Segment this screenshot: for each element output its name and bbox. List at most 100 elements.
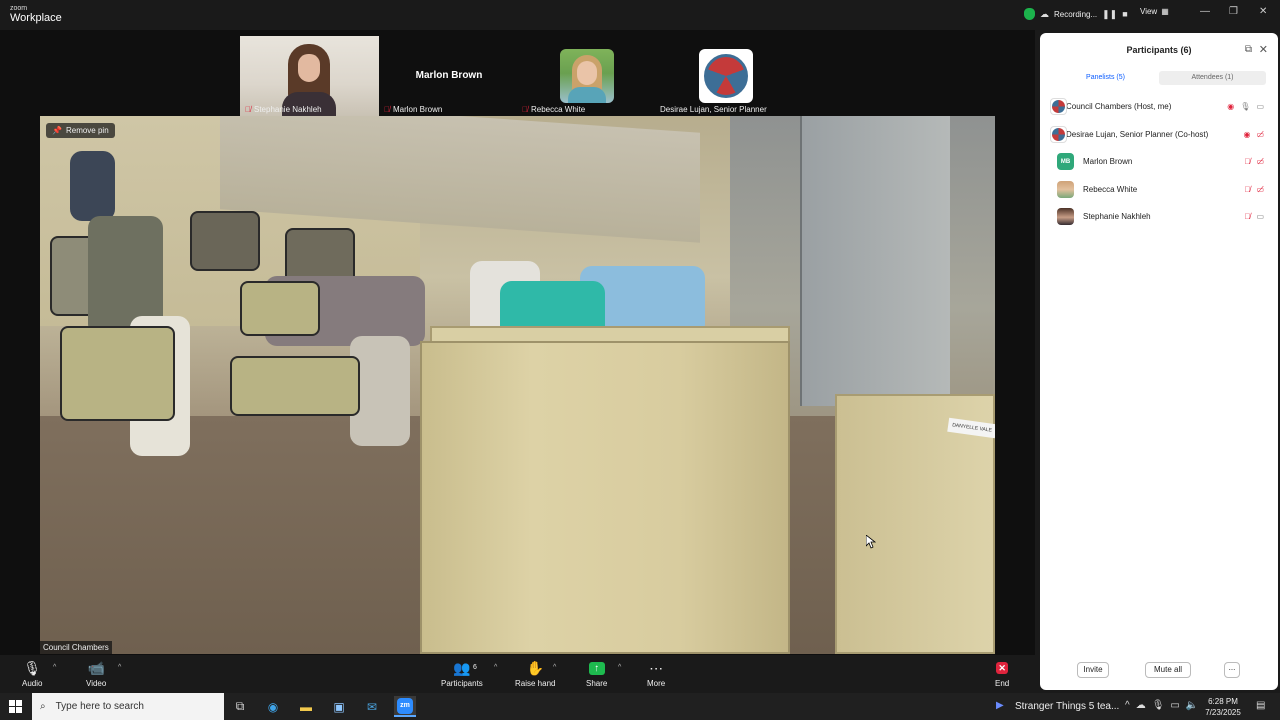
participants-panel: Participants (6) ⧉ ✕ Panelists (5) Atten… <box>1040 33 1278 690</box>
participants-options-caret-icon[interactable]: ^ <box>494 664 497 671</box>
meeting-area: 🎙̸ Stephanie Nakhleh Marlon Brown 🎙̸ Mar… <box>0 30 1035 655</box>
news-notification[interactable]: Stranger Things 5 tea... <box>1015 701 1119 712</box>
windows-start-icon[interactable] <box>9 700 22 713</box>
share-options-caret-icon[interactable]: ^ <box>618 664 621 671</box>
mic-muted-icon[interactable]: 🎙̸ <box>1244 212 1250 221</box>
onedrive-icon[interactable]: ☁ <box>1136 700 1146 711</box>
audio-button[interactable]: 🎙 Audio <box>22 659 42 689</box>
video-off-icon[interactable]: ▭̸ <box>1256 157 1264 166</box>
close-window-icon[interactable]: ✕ <box>1259 6 1267 17</box>
recording-indicator-icon: ◉ <box>1227 102 1235 112</box>
participant-row[interactable]: MB Marlon Brown 🎙̸ ▭̸ <box>1040 148 1278 176</box>
podium <box>420 341 790 654</box>
popout-icon[interactable]: ⧉ <box>1245 44 1252 55</box>
thumbnail-marlon[interactable]: Marlon Brown 🎙̸ Marlon Brown <box>382 36 516 116</box>
pause-recording-icon[interactable]: ❚❚ <box>1102 9 1117 20</box>
avatar <box>1050 98 1067 115</box>
participant-row[interactable]: Council Chambers (Host, me) ◉ 🎙 ▭ <box>1040 93 1278 121</box>
participant-name: Rebecca White <box>1083 184 1138 194</box>
pinned-participant-name: Council Chambers <box>40 641 112 654</box>
participant-row[interactable]: Rebecca White 🎙̸ ▭̸ <box>1040 176 1278 204</box>
panel-title: Participants (6) <box>1126 45 1192 55</box>
recording-label: Recording... <box>1054 9 1098 19</box>
cloud-recording-icon: ☁ <box>1040 8 1049 19</box>
more-button[interactable]: ⋯ More <box>647 659 665 689</box>
thumbnail-name: Desirae Lujan, Senior Planner <box>660 105 767 114</box>
participant-display-name: Marlon Brown <box>415 70 483 81</box>
avatar <box>1057 180 1074 198</box>
video-options-caret-icon[interactable]: ^ <box>118 664 121 671</box>
video-button[interactable]: 📹 Video <box>86 659 106 689</box>
edge-browser-icon[interactable]: ◉ <box>262 696 284 717</box>
taskbar-search-input[interactable]: ⌕ Type here to search <box>32 693 224 720</box>
show-hidden-icons-icon[interactable]: ^ <box>1125 700 1130 711</box>
mic-muted-icon[interactable]: 🎙̸ <box>1244 157 1250 166</box>
end-button[interactable]: ✕ End <box>995 659 1009 688</box>
network-icon[interactable]: ▭ <box>1170 700 1179 711</box>
view-button[interactable]: View ▦ <box>1140 7 1169 16</box>
thumbnail-rebecca[interactable]: 🎙̸ Rebecca White <box>519 36 653 116</box>
video-off-icon[interactable]: ▭̸ <box>1256 185 1264 194</box>
tab-panelists[interactable]: Panelists (5) <box>1052 71 1159 85</box>
more-dots-icon: ⋯ <box>649 659 664 676</box>
thumbnail-desirae[interactable]: Desirae Lujan, Senior Planner <box>657 36 794 116</box>
tab-attendees[interactable]: Attendees (1) <box>1159 71 1266 85</box>
participant-name: Marlon Brown <box>1083 157 1133 167</box>
participant-row[interactable]: Stephanie Nakhleh 🎙̸ ▭ <box>1040 203 1278 231</box>
search-icon: ⌕ <box>40 701 46 712</box>
thumbnail-name: 🎙̸ Stephanie Nakhleh <box>245 105 322 114</box>
recording-status[interactable]: ☁ Recording... ❚❚ ■ <box>1024 7 1128 21</box>
invite-button[interactable]: Invite <box>1077 662 1109 678</box>
task-view-icon[interactable]: ⧉ <box>229 696 251 717</box>
recording-indicator-icon: ◉ <box>1243 129 1251 139</box>
raise-hand-button[interactable]: ✋ Raise hand <box>515 659 555 689</box>
audio-options-caret-icon[interactable]: ^ <box>53 664 56 671</box>
video-off-icon[interactable]: ▭̸ <box>1256 130 1264 139</box>
door <box>800 116 950 406</box>
participants-count: 6 <box>473 664 477 671</box>
thumbnail-stephanie[interactable]: 🎙̸ Stephanie Nakhleh <box>240 36 379 118</box>
microphone-tray-icon[interactable]: 🎙 <box>1152 700 1165 711</box>
mute-all-button[interactable]: Mute all <box>1145 662 1191 678</box>
panel-footer: Invite Mute all ... <box>1040 662 1278 678</box>
taskbar-clock[interactable]: 6:28 PM 7/23/2025 <box>1198 696 1248 718</box>
mic-muted-icon[interactable]: 🎙̸ <box>1244 185 1250 194</box>
remove-pin-button[interactable]: 📌 Remove pin <box>46 123 115 138</box>
reactions-caret-icon[interactable]: ^ <box>553 664 556 671</box>
video-on-icon[interactable]: ▭ <box>1256 212 1264 221</box>
participant-name: Council Chambers (Host, me) <box>1066 102 1172 112</box>
thumbnail-name: 🎙̸ Marlon Brown <box>384 105 443 114</box>
encryption-shield-icon <box>1024 8 1035 20</box>
thumbnail-name: 🎙̸ Rebecca White <box>522 105 586 114</box>
video-on-icon[interactable]: ▭ <box>1256 102 1264 111</box>
pinned-video[interactable]: DANYELLE VALE <box>40 116 995 654</box>
avatar: MB <box>1057 153 1074 171</box>
participant-person <box>282 44 336 118</box>
participant-video <box>240 36 379 118</box>
avatar <box>1050 125 1067 143</box>
restore-icon[interactable]: ❐ <box>1229 6 1238 17</box>
stop-recording-icon[interactable]: ■ <box>1122 9 1127 19</box>
mail-icon[interactable]: ✉ <box>361 696 383 717</box>
end-meeting-icon: ✕ <box>996 662 1009 674</box>
store-icon[interactable]: ▣ <box>328 696 350 717</box>
file-explorer-icon[interactable]: ▬ <box>295 696 317 717</box>
volume-icon[interactable]: 🔈 <box>1186 700 1198 711</box>
participant-list: Council Chambers (Host, me) ◉ 🎙 ▭ Desira… <box>1040 93 1278 231</box>
clock-time: 6:28 PM <box>1208 697 1238 706</box>
hand-icon: ✋ <box>526 659 544 676</box>
minimize-icon[interactable]: — <box>1200 6 1210 17</box>
share-button[interactable]: ↑ Share <box>586 659 607 688</box>
search-placeholder: Type here to search <box>55 701 144 712</box>
close-icon[interactable]: ✕ <box>1259 43 1268 56</box>
remove-pin-label: Remove pin <box>65 126 109 135</box>
view-label: View <box>1140 7 1158 16</box>
system-tray: ^ ☁ 🎙 ▭ 🔈 <box>1125 700 1198 711</box>
mic-on-icon[interactable]: 🎙 <box>1240 102 1250 111</box>
zoom-taskbar-icon[interactable]: zm <box>394 696 416 717</box>
mic-muted-icon: 🎙̸ <box>384 105 390 114</box>
participant-row[interactable]: Desirae Lujan, Senior Planner (Co-host) … <box>1040 121 1278 149</box>
more-options-button[interactable]: ... <box>1224 662 1240 678</box>
logo-big-text: Workplace <box>10 12 62 24</box>
notifications-icon[interactable]: ▤ <box>1256 700 1265 711</box>
